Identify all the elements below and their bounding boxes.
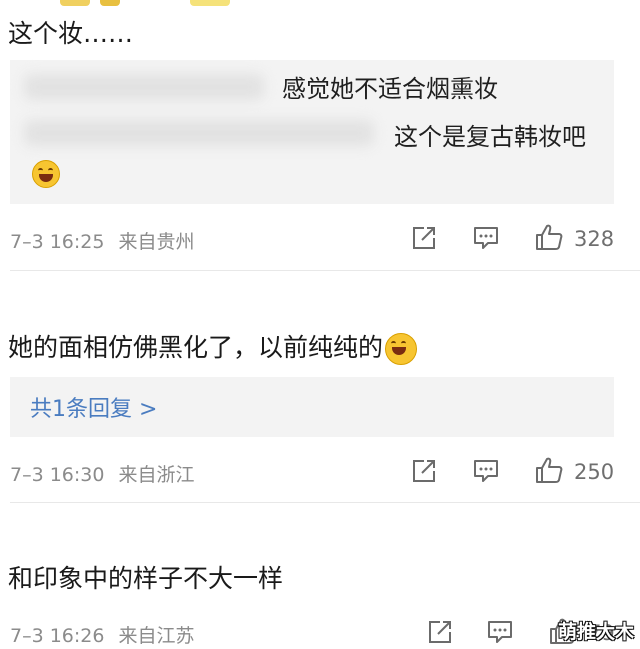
comment-text-body: 她的面相仿佛黑化了，以前纯纯的 (8, 333, 384, 362)
comment-location: 来自浙江 (118, 464, 195, 486)
comment-meta: 7–3 16:30 来自浙江 (10, 460, 195, 487)
share-icon[interactable] (426, 618, 454, 646)
redacted-username (24, 74, 264, 100)
like-count: 328 (574, 227, 615, 251)
comment-time: 7–3 16:26 (10, 625, 105, 647)
share-icon[interactable] (410, 224, 438, 252)
quote-line: 这个是复古韩妆吧 (394, 123, 586, 151)
quote-line: 感觉她不适合烟熏妆 (282, 75, 498, 103)
comment-icon[interactable] (472, 224, 500, 252)
laughing-tears-emoji-icon (385, 333, 418, 365)
thumbs-up-icon[interactable] (534, 222, 564, 252)
quoted-reply-box[interactable]: 感觉她不适合烟熏妆 这个是复古韩妆吧 (10, 60, 614, 204)
comment-meta: 7–3 16:26 来自江苏 (10, 621, 195, 648)
reply-thread-box[interactable]: 共1条回复 > (10, 377, 614, 437)
comment-icon[interactable] (472, 457, 500, 485)
watermark: 萌推大木 (557, 621, 634, 643)
share-icon[interactable] (410, 457, 438, 485)
comment-icon[interactable] (486, 618, 514, 646)
comment-location: 来自江苏 (118, 625, 195, 647)
divider (10, 502, 640, 503)
comment-meta: 7–3 16:25 来自贵州 (10, 227, 195, 254)
laughing-tears-emoji-icon (32, 160, 60, 188)
cropped-top-strip (0, 0, 640, 6)
comment-time: 7–3 16:30 (10, 464, 105, 486)
divider (10, 270, 640, 271)
view-replies-link[interactable]: 共1条回复 > (30, 391, 157, 423)
thumbs-up-icon[interactable] (534, 455, 564, 485)
comment-location: 来自贵州 (118, 231, 195, 253)
comment-text: 她的面相仿佛黑化了，以前纯纯的 (8, 332, 418, 365)
redacted-text (24, 120, 374, 146)
comment-text: 这个妆…… (8, 19, 134, 48)
like-count: 250 (574, 460, 615, 484)
comment-time: 7–3 16:25 (10, 231, 105, 253)
comment-text: 和印象中的样子不大一样 (8, 564, 284, 593)
